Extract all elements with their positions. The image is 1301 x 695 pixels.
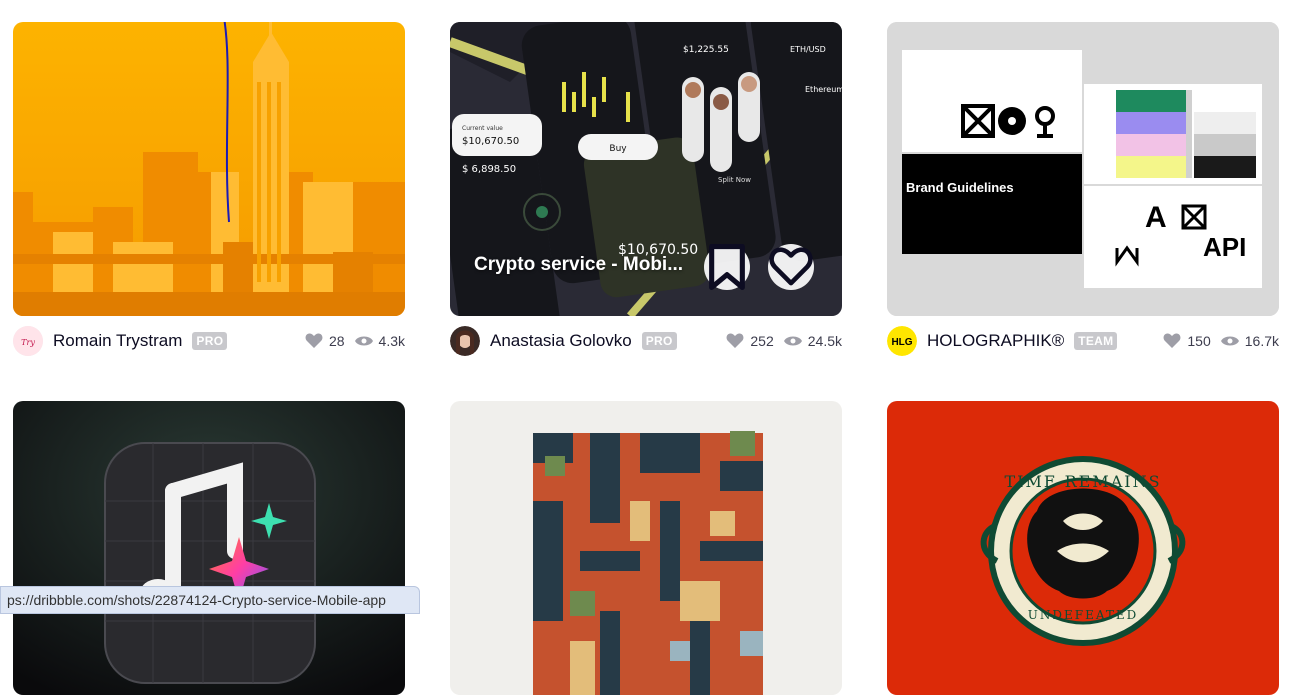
shot-thumbnail[interactable] (13, 22, 405, 316)
shot-card[interactable]: Brand Guidelines A API HLG HOLOGRAPHIK® … (887, 22, 1279, 356)
views-count: 16.7k (1244, 333, 1279, 349)
likes-count: 150 (1187, 333, 1211, 349)
shot-thumbnail[interactable]: Brand Guidelines A API (887, 22, 1279, 316)
bookmark-icon (709, 244, 745, 290)
shots-grid: Try Romain Trystram PRO 28 4.3k Buy Curr… (0, 0, 1301, 695)
views-count: 4.3k (378, 333, 405, 349)
shot-meta: Anastasia Golovko PRO 252 24.5k (450, 326, 842, 356)
shot-stats: 28 4.3k (295, 333, 405, 349)
svg-text:ETH/USD: ETH/USD (790, 45, 826, 54)
svg-text:HLG: HLG (891, 337, 912, 348)
pro-badge: PRO (641, 332, 677, 350)
author-avatar[interactable]: HLG (887, 326, 917, 356)
views-stat: 4.3k (354, 333, 405, 349)
eye-icon (1220, 336, 1239, 346)
heart-icon (726, 333, 744, 348)
shot-thumbnail[interactable] (450, 401, 842, 695)
author-name[interactable]: HOLOGRAPHIK® (927, 331, 1064, 351)
author-name[interactable]: Anastasia Golovko (490, 331, 632, 351)
abstract-pattern-artwork (450, 401, 842, 695)
buy-button-text: Buy (609, 144, 627, 154)
eye-icon (354, 336, 373, 346)
shot-title-overlay: Crypto service - Mobi... (474, 254, 684, 275)
pro-badge: PRO (192, 332, 228, 350)
time-remains-badge-illustration: TIME REMAINS UNDEFEATED (887, 401, 1279, 695)
brand-guidelines-title: Brand Guidelines (906, 180, 1014, 195)
views-stat: 16.7k (1220, 333, 1279, 349)
shot-card[interactable] (450, 401, 842, 695)
shot-stats: 150 16.7k (1153, 333, 1279, 349)
heart-outline-icon (769, 247, 813, 286)
likes-stat[interactable]: 150 (1163, 333, 1211, 349)
api-text: API (1203, 232, 1246, 262)
likes-stat[interactable]: 252 (726, 333, 774, 349)
save-shot-button[interactable] (704, 244, 750, 290)
shot-thumbnail[interactable] (13, 401, 405, 695)
shot-meta: HLG HOLOGRAPHIK® TEAM 150 16.7k (887, 326, 1279, 356)
likes-count: 252 (750, 333, 774, 349)
shot-card[interactable]: Try Romain Trystram PRO 28 4.3k (13, 22, 405, 356)
shot-meta: Try Romain Trystram PRO 28 4.3k (13, 326, 405, 356)
shot-card[interactable]: TIME REMAINS UNDEFEATED (887, 401, 1279, 695)
author-name[interactable]: Romain Trystram (53, 331, 182, 351)
svg-text:Current value: Current value (462, 125, 503, 132)
views-count: 24.5k (807, 333, 842, 349)
svg-text:Try: Try (21, 338, 35, 347)
city-skyline-illustration (13, 22, 405, 316)
likes-stat[interactable]: 28 (305, 333, 345, 349)
team-badge: TEAM (1074, 332, 1118, 350)
svg-text:A: A (1145, 201, 1167, 234)
brand-guidelines-mockup: Brand Guidelines A API (887, 22, 1279, 316)
svg-text:Split Now: Split Now (718, 176, 751, 184)
heart-icon (305, 333, 323, 348)
shot-thumbnail[interactable]: TIME REMAINS UNDEFEATED (887, 401, 1279, 695)
badge-ring-text: TIME REMAINS (1004, 472, 1161, 491)
views-stat: 24.5k (783, 333, 842, 349)
heart-icon (1163, 333, 1181, 348)
svg-text:$10,670.50: $10,670.50 (462, 136, 519, 147)
music-app-icon-illustration (13, 401, 405, 695)
svg-text:$ 6,898.50: $ 6,898.50 (462, 164, 516, 175)
badge-ring-text-bottom: UNDEFEATED (1028, 608, 1138, 622)
browser-status-url: ps://dribbble.com/shots/22874124-Crypto-… (0, 586, 420, 614)
svg-text:$1,225.55: $1,225.55 (683, 45, 729, 55)
svg-text:Ethereum: Ethereum (805, 85, 842, 94)
author-avatar[interactable] (450, 326, 480, 356)
author-avatar[interactable]: Try (13, 326, 43, 356)
like-shot-button[interactable] (768, 244, 814, 290)
likes-count: 28 (328, 333, 345, 349)
shot-stats: 252 24.5k (716, 333, 842, 349)
shot-thumbnail[interactable]: Buy Current value $10,670.50 $ 6,898.50 … (450, 22, 842, 316)
shot-card[interactable]: Buy Current value $10,670.50 $ 6,898.50 … (450, 22, 842, 356)
shot-card[interactable] (13, 401, 405, 695)
eye-icon (783, 336, 802, 346)
